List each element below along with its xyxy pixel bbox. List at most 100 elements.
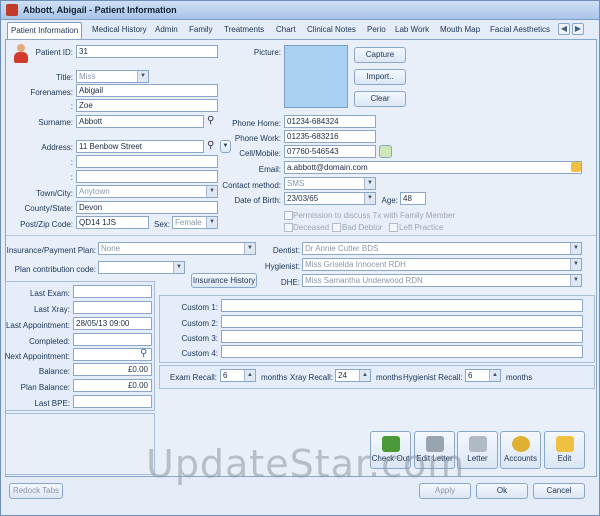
sms-icon[interactable] xyxy=(379,145,392,158)
last-exam-field[interactable] xyxy=(73,285,152,298)
accounts-button[interactable]: Accounts xyxy=(500,431,541,469)
next-appointment-label: Next Appointment: xyxy=(4,352,70,361)
letter-label: Letter xyxy=(467,454,488,463)
dob-field[interactable]: 23/03/65 ▼ xyxy=(284,192,376,205)
middle-name-field[interactable]: Zoe xyxy=(76,99,218,112)
plan-balance-field[interactable]: £0.00 xyxy=(73,379,152,392)
tab-admin[interactable]: Admin xyxy=(152,22,181,39)
left-practice-checkbox[interactable] xyxy=(389,223,398,232)
sex-value: Female xyxy=(175,218,202,227)
tab-facial-aesthetics[interactable]: Facial Aesthetics xyxy=(487,22,553,39)
tab-lab-work[interactable]: Lab Work xyxy=(392,22,432,39)
phone-home-field[interactable]: 01234-684324 xyxy=(284,115,376,128)
title-select[interactable]: Miss ▼ xyxy=(76,70,149,83)
next-appointment-search-icon[interactable]: ⚲ xyxy=(140,349,150,359)
email-field[interactable]: a.abbott@domain.com xyxy=(284,161,582,174)
exam-recall-label: Exam Recall: xyxy=(169,373,217,382)
plan-contribution-label: Plan contribution code: xyxy=(14,265,96,274)
tab-chart[interactable]: Chart xyxy=(273,22,299,39)
tab-family[interactable]: Family xyxy=(186,22,216,39)
ok-button[interactable]: Ok xyxy=(476,483,528,499)
import-button[interactable]: Import.. xyxy=(354,69,406,85)
email-label: Email: xyxy=(258,165,281,174)
last-bpe-field[interactable] xyxy=(73,395,152,408)
last-appointment-label: Last Appointment: xyxy=(5,321,70,330)
tab-prev-button[interactable]: ◀ xyxy=(558,23,570,35)
plan-balance-label: Plan Balance: xyxy=(20,383,70,392)
address-line3-field[interactable] xyxy=(76,170,218,183)
hygienist-recall-value: 6 xyxy=(468,371,473,380)
left-practice-label: Left Practice xyxy=(399,223,444,232)
redock-tabs-button[interactable]: Redock Tabs xyxy=(9,483,63,499)
dhe-label: DHE: xyxy=(280,278,300,287)
plan-contribution-select[interactable]: ▼ xyxy=(98,261,185,274)
patient-avatar-icon xyxy=(13,44,29,64)
picture-label: Picture: xyxy=(253,48,281,57)
custom3-label: Custom 3: xyxy=(181,334,218,343)
post-code-field[interactable]: QD14 1JS xyxy=(76,216,149,229)
chevron-down-icon: ▼ xyxy=(570,275,581,286)
chevron-down-icon: ▼ xyxy=(137,71,148,82)
dhe-select[interactable]: Miss Samantha Underwood RDN ▼ xyxy=(302,274,582,287)
post-code-label: Post/Zip Code: xyxy=(20,220,73,229)
custom3-field[interactable] xyxy=(221,330,583,343)
address-line2-field[interactable] xyxy=(76,155,218,168)
custom2-field[interactable] xyxy=(221,315,583,328)
app-icon xyxy=(6,4,18,16)
county-field[interactable]: Devon xyxy=(76,201,218,214)
completed-field[interactable] xyxy=(73,333,152,346)
permission-checkbox[interactable] xyxy=(284,211,293,220)
window-title: Abbott, Abigail - Patient Information xyxy=(23,5,177,15)
town-label: Town/City: xyxy=(36,189,73,198)
contact-method-select[interactable]: SMS ▼ xyxy=(284,177,376,190)
insurance-history-button[interactable]: Insurance History xyxy=(191,273,257,288)
surname-field[interactable]: Abbott xyxy=(76,115,204,128)
tab-clinical-notes[interactable]: Clinical Notes xyxy=(304,22,359,39)
dhe-value: Miss Samantha Underwood RDN xyxy=(305,276,423,285)
bad-debtor-checkbox[interactable] xyxy=(332,223,341,232)
patient-picture xyxy=(284,45,348,108)
edit-button[interactable]: Edit xyxy=(544,431,585,469)
clear-button[interactable]: Clear xyxy=(354,91,406,107)
custom1-field[interactable] xyxy=(221,299,583,312)
tab-mouth-map[interactable]: Mouth Map xyxy=(437,22,483,39)
hygienist-recall-spinner[interactable]: 6 ▲ xyxy=(465,369,501,382)
email-icon[interactable] xyxy=(571,162,581,172)
xray-recall-spinner[interactable]: 24 ▲ xyxy=(335,369,371,382)
deceased-checkbox[interactable] xyxy=(284,223,293,232)
town-select[interactable]: Anytown ▼ xyxy=(76,185,218,198)
tab-next-button[interactable]: ▶ xyxy=(572,23,584,35)
tab-perio[interactable]: Perio xyxy=(364,22,389,39)
sex-select[interactable]: Female ▼ xyxy=(172,216,218,229)
tab-medical-history[interactable]: Medical History xyxy=(89,22,150,39)
chevron-down-icon: ▼ xyxy=(206,217,217,228)
hygienist-select[interactable]: Miss Griselda Innocent RDH ▼ xyxy=(302,258,582,271)
bottom-left-box xyxy=(5,413,155,475)
insurance-plan-select[interactable]: None ▼ xyxy=(98,242,256,255)
chevron-down-icon: ▼ xyxy=(244,243,255,254)
address-label: Address: xyxy=(41,143,73,152)
age-field[interactable]: 48 xyxy=(400,192,426,205)
balance-field[interactable]: £0.00 xyxy=(73,363,152,376)
phone-work-field[interactable]: 01235-683216 xyxy=(284,130,376,143)
county-label: County/State: xyxy=(24,204,73,213)
cell-field[interactable]: 07760-546543 xyxy=(284,145,376,158)
dentist-select[interactable]: Dr Annie Cutter BDS ▼ xyxy=(302,242,582,255)
forename-field[interactable]: Abigail xyxy=(76,84,218,97)
xray-recall-value: 24 xyxy=(338,371,347,380)
spinner-icon: ▲ xyxy=(359,370,370,381)
cancel-button[interactable]: Cancel xyxy=(533,483,585,499)
last-appointment-field[interactable]: 28/05/13 09:00 xyxy=(73,317,152,330)
last-xray-field[interactable] xyxy=(73,301,152,314)
custom4-field[interactable] xyxy=(221,345,583,358)
spinner-icon: ▲ xyxy=(244,370,255,381)
capture-button[interactable]: Capture xyxy=(354,47,406,63)
hygienist-recall-label: Hygienist Recall: xyxy=(403,373,463,382)
tab-bar: Patient Information Medical History Admi… xyxy=(5,22,597,39)
address-line1-field[interactable]: 11 Benbow Street xyxy=(76,140,204,153)
exam-recall-spinner[interactable]: 6 ▲ xyxy=(220,369,256,382)
patient-id-field[interactable]: 31 xyxy=(76,45,218,58)
dob-label: Date of Birth: xyxy=(234,196,281,205)
tab-treatments[interactable]: Treatments xyxy=(221,22,267,39)
tab-patient-information[interactable]: Patient Information xyxy=(7,22,83,39)
